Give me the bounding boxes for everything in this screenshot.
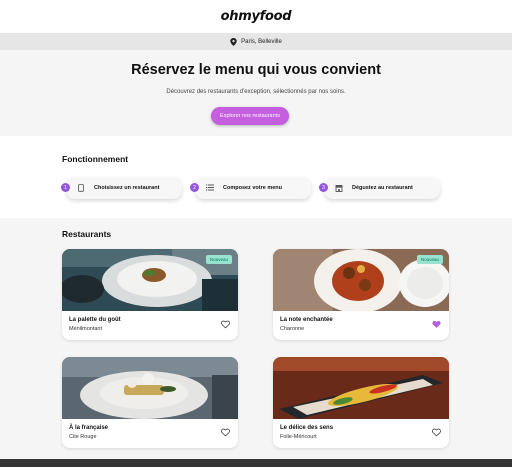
heart-outline-icon[interactable] <box>432 428 441 437</box>
restaurant-area: Ménilmontant <box>69 326 103 332</box>
step-number: 2 <box>190 183 199 192</box>
howto-section: Fonctionnement 1 Choisissez un restauran… <box>0 136 512 218</box>
mobile-icon <box>76 183 85 192</box>
hero-subtitle: Découvrez des restaurants d'exception, s… <box>166 89 346 95</box>
heart-outline-icon[interactable] <box>221 428 230 437</box>
restaurants-title: Restaurants <box>62 229 112 239</box>
list-icon <box>205 183 214 192</box>
step-card-compose: 2 Composez votre menu <box>190 177 311 199</box>
restaurant-area: Charonne <box>280 326 305 332</box>
location-pin-icon <box>230 37 237 46</box>
site-footer <box>0 459 512 467</box>
step-label: Dégustez au restaurant <box>352 185 413 191</box>
step-label: Composez votre menu <box>223 185 282 191</box>
hero-title: Réservez le menu qui vous convient <box>131 62 381 78</box>
restaurant-card[interactable]: Le délice des sens Folie-Méricourt <box>273 357 449 448</box>
location-bar: Paris, Belleville <box>0 33 512 50</box>
restaurant-photo <box>62 357 238 419</box>
restaurant-card[interactable]: Nouveau La palette du goût Ménilmontant <box>62 249 238 340</box>
logo[interactable]: ohmyfood <box>221 9 292 24</box>
step-card-choose: 1 Choisissez un restaurant <box>61 177 182 199</box>
hero-section: Réservez le menu qui vous convient Décou… <box>0 50 512 136</box>
site-header: ohmyfood <box>0 0 512 33</box>
restaurant-card[interactable]: Nouveau La note enchantée Charonne <box>273 249 449 340</box>
restaurant-name: Le délice des sens <box>280 425 334 431</box>
restaurant-photo <box>273 357 449 419</box>
step-number: 1 <box>61 183 70 192</box>
step-number: 3 <box>319 183 328 192</box>
step-label: Choisissez un restaurant <box>94 185 160 191</box>
location-text: Paris, Belleville <box>241 38 282 45</box>
new-badge: Nouveau <box>416 255 443 264</box>
heart-outline-icon[interactable] <box>221 320 230 329</box>
restaurant-area: Cite Rouge <box>69 434 97 440</box>
restaurant-name: La palette du goût <box>69 317 121 323</box>
restaurant-name: La note enchantée <box>280 317 333 323</box>
new-badge: Nouveau <box>205 255 232 264</box>
restaurant-card[interactable]: À la française Cite Rouge <box>62 357 238 448</box>
step-card-enjoy: 3 Dégustez au restaurant <box>319 177 440 199</box>
explore-restaurants-button[interactable]: Explorer nos restaurants <box>211 107 289 125</box>
restaurant-name: À la française <box>69 425 109 431</box>
store-icon <box>334 183 343 192</box>
howto-title: Fonctionnement <box>62 154 129 164</box>
heart-filled-icon[interactable] <box>432 320 441 329</box>
restaurant-area: Folie-Méricourt <box>280 434 317 440</box>
